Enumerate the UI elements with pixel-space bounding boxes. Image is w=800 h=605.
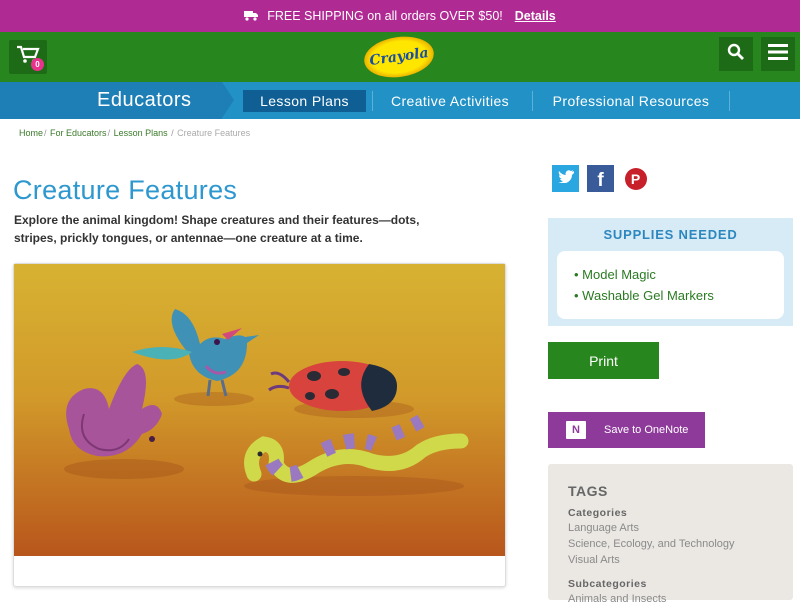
logo-text: Crayola [368,44,430,70]
hamburger-menu-icon [768,43,788,66]
facebook-icon: f [597,170,604,191]
subcategory-link[interactable]: Animals and Insects [568,593,666,605]
nav-section-arrow [222,82,234,118]
truck-icon [244,9,259,24]
supplies-list: • Model Magic • Washable Gel Markers [557,251,784,319]
nav-section-educators[interactable]: Educators [0,82,222,119]
twitter-icon [557,169,574,188]
cart-count-badge: 0 [31,58,44,71]
tags-title: TAGS [568,483,608,499]
breadcrumb-current: Creature Features [177,128,251,138]
tab-creative-activities[interactable]: Creative Activities [378,90,522,112]
onenote-icon: N [566,421,586,439]
category-link[interactable]: Language Arts [568,522,639,534]
site-header: 0 Crayola [0,32,800,82]
supply-item[interactable]: • Model Magic [574,267,656,282]
pinterest-icon: P [624,167,647,190]
subcategories-heading: Subcategories [568,578,647,590]
supply-item-label: Model Magic [582,267,656,282]
tab-lesson-plans[interactable]: Lesson Plans [243,90,366,112]
category-link[interactable]: Visual Arts [568,554,620,566]
menu-button[interactable] [761,37,795,71]
nav-divider [372,91,373,111]
clay-creatures-photo [14,264,505,556]
cart-button[interactable]: 0 [9,40,47,74]
supplies-panel: SUPPLIES NEEDED • Model Magic • Washable… [548,218,793,326]
page-intro: Explore the animal kingdom! Shape creatu… [14,213,420,245]
page-title: Creature Features [13,175,238,205]
supply-item-label: Washable Gel Markers [582,288,714,303]
category-link[interactable]: Science, Ecology, and Technology [568,538,735,550]
crayola-logo[interactable]: Crayola [361,32,437,82]
twitter-share-button[interactable] [552,165,579,192]
supply-item[interactable]: • Washable Gel Markers [574,288,714,303]
breadcrumb-home[interactable]: Home [19,128,43,138]
supplies-title: SUPPLIES NEEDED [603,227,738,242]
promo-text: FREE SHIPPING on all orders OVER $50! [267,9,503,23]
categories-heading: Categories [568,507,628,519]
lesson-image-card [13,263,506,587]
search-button[interactable] [719,37,753,71]
nav-divider [729,91,730,111]
promo-banner: FREE SHIPPING on all orders OVER $50! De… [0,0,800,32]
print-button[interactable]: Print [548,342,659,379]
breadcrumb-for-educators[interactable]: For Educators [50,128,107,138]
promo-details-link[interactable]: Details [515,9,556,23]
save-to-onenote-button[interactable]: N Save to OneNote [548,412,705,448]
pinterest-share-button[interactable]: P [622,165,649,192]
search-icon [727,43,745,66]
facebook-share-button[interactable]: f [587,165,614,192]
nav-divider [532,91,533,111]
breadcrumb-lesson-plans[interactable]: Lesson Plans [114,128,168,138]
educators-nav: Educators Lesson Plans Creative Activiti… [0,82,800,119]
tab-professional-resources[interactable]: Professional Resources [542,90,720,112]
onenote-label: Save to OneNote [604,424,689,436]
breadcrumb: Home/ For Educators/ Lesson Plans / Crea… [19,128,251,138]
tags-panel: TAGS Categories Language Arts Science, E… [548,464,793,605]
